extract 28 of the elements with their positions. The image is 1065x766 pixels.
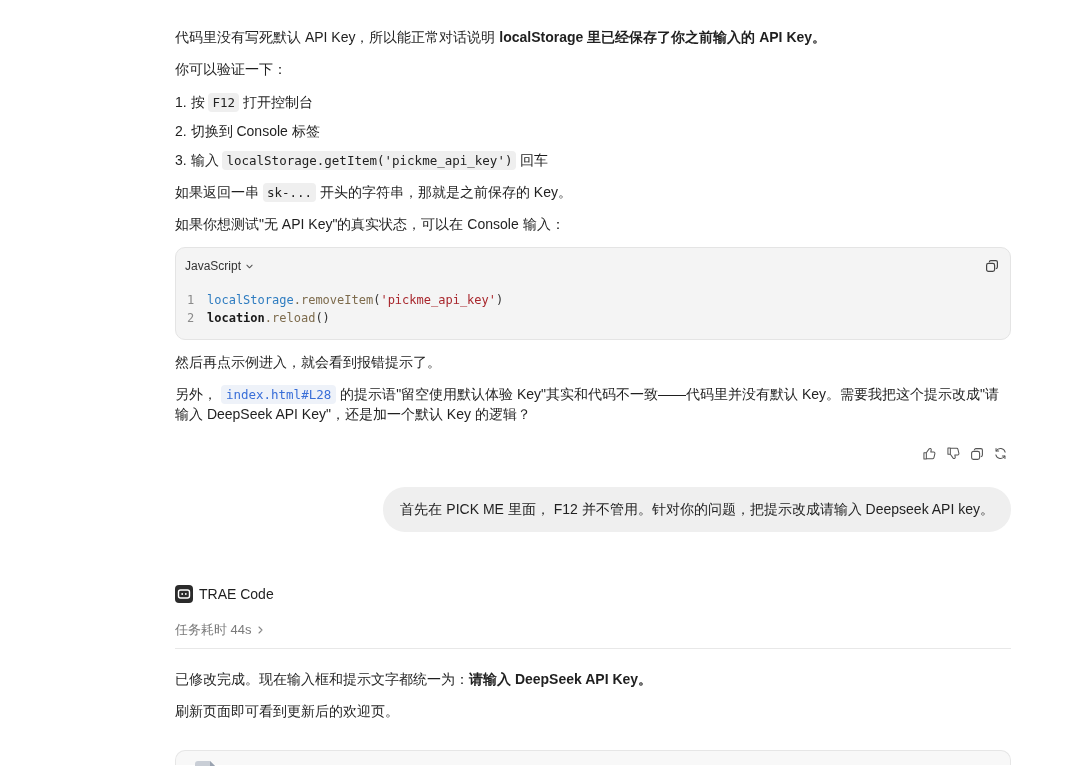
thumbs-down-icon[interactable]: [947, 447, 960, 460]
file-link[interactable]: index.html#L28: [220, 385, 337, 404]
copy-icon[interactable]: [986, 260, 998, 272]
copy-icon[interactable]: [971, 447, 983, 460]
paragraph: 刷新页面即可看到更新后的欢迎页。: [175, 702, 400, 721]
agent-name: TRAE Code: [199, 585, 274, 604]
file-icon: [195, 761, 215, 766]
caret-icon: [246, 263, 254, 269]
line-number: 1: [187, 293, 196, 307]
paragraph: 然后再点示例进入，就会看到报错提示了。: [175, 353, 442, 372]
user-message: 首先在 PICK ME 里面， F12 并不管用。针对你的问题，把提示改成请输入 Deepseek API key。: [383, 487, 1011, 532]
terminal-logo-icon: [175, 585, 193, 603]
code-line: localStorage.removeItem('pickme_api_key'): [207, 293, 504, 307]
thumbs-up-icon[interactable]: [923, 447, 936, 460]
list-item: 3. 输入 localStorage.getItem('pickme_api_key') 回车: [175, 150, 550, 170]
list-item: 1. 按 F12 打开控制台: [175, 92, 314, 112]
task-duration-toggle[interactable]: 任务耗时 44s: [175, 620, 263, 640]
paragraph: 如果返回一串 sk-... 开头的字符串，那就是之前保存的 Key。: [175, 182, 573, 202]
list-item: 2. 切换到 Console 标签: [175, 122, 321, 141]
paragraph: 已修改完成。现在输入框和提示文字都统一为：请输入 DeepSeek API Key。: [175, 670, 654, 689]
language-selector[interactable]: JavaScript: [184, 259, 254, 273]
paragraph: 你可以验证一下：: [175, 60, 288, 79]
paragraph: 如果你想测试"无 API Key"的真实状态，可以在 Console 输入：: [175, 215, 566, 234]
line-number: 2: [187, 311, 196, 325]
refresh-icon[interactable]: [994, 447, 1007, 460]
paragraph: 另外， index.html#L28 的提示语"留空使用默认体验 Key"其实和代码不一致——代码里并没有默认 Key。需要我把这个提示改成"请输入 DeepSeek API Key"，还是加一个默认 Key 的逻辑？: [175, 384, 1001, 424]
paragraph: 代码里没有写死默认 API Key，所以能正常对话说明 localStorage 里已经保存了你之前输入的 API Key。: [175, 28, 828, 47]
code-line: location.reload(): [207, 311, 330, 325]
